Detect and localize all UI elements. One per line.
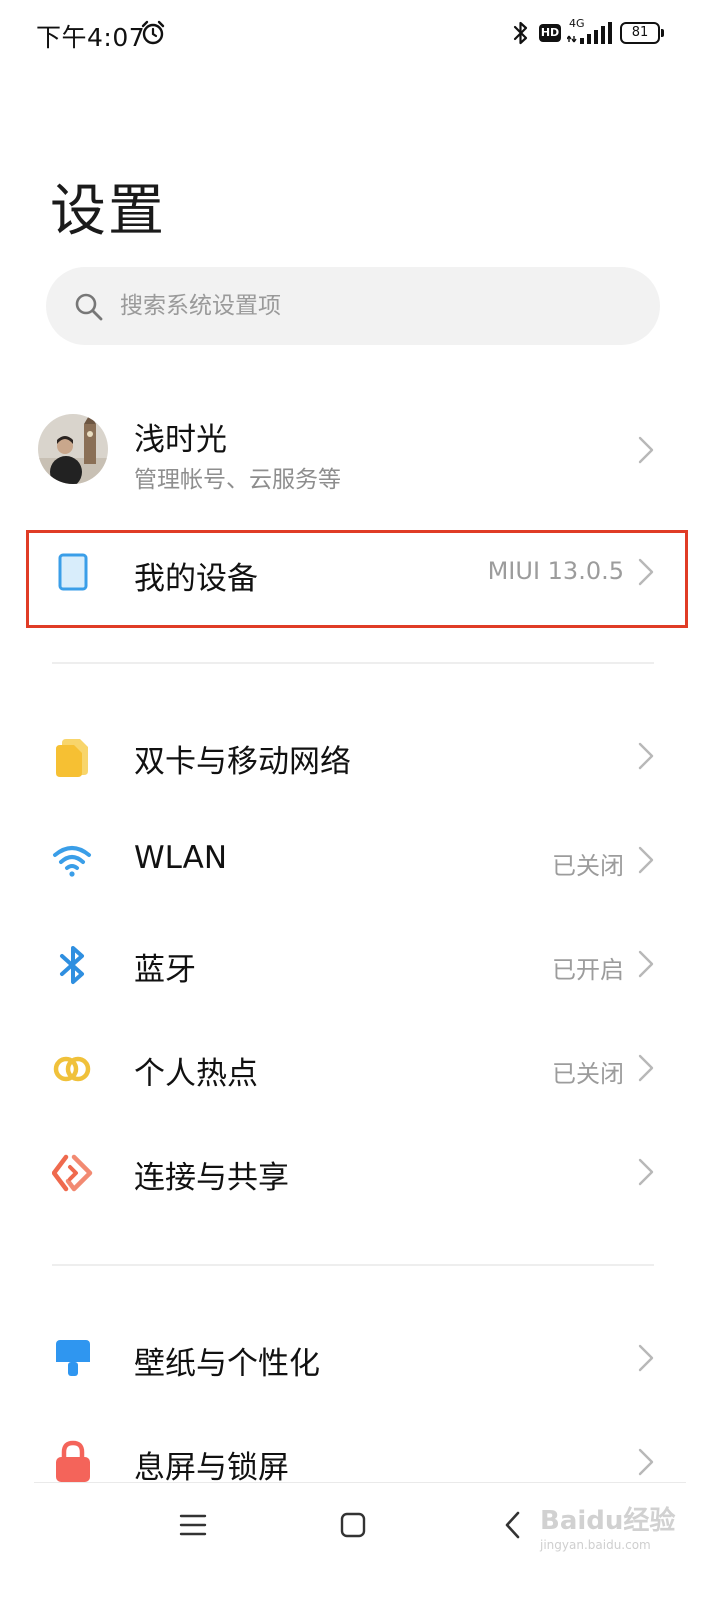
- alarm-clock-icon: [141, 20, 165, 45]
- row-label: 壁纸与个性化: [134, 1346, 320, 1382]
- hotspot-icon: [53, 1056, 91, 1082]
- highlight-box: [26, 530, 688, 628]
- bluetooth-icon: [60, 946, 84, 984]
- back-icon[interactable]: [500, 1510, 526, 1540]
- row-label: WLAN: [134, 840, 228, 876]
- account-subtitle: 管理帐号、云服务等: [134, 467, 341, 493]
- wifi-icon: [53, 846, 91, 877]
- settings-row-connection-share[interactable]: [0, 1120, 720, 1224]
- row-status: 已开启: [552, 956, 624, 984]
- wallpaper-icon: [56, 1340, 90, 1376]
- chevron-right-icon: [638, 742, 654, 770]
- section-divider: [52, 662, 654, 664]
- signal-strength-icon: [567, 22, 612, 44]
- row-label: 蓝牙: [134, 952, 196, 988]
- section-divider: [52, 1264, 654, 1266]
- lock-icon: [56, 1440, 90, 1482]
- battery-level: 81: [631, 25, 649, 40]
- sim-card-icon: [56, 739, 88, 777]
- watermark-brand: Baidu经验: [540, 1506, 676, 1536]
- search-input[interactable]: [120, 279, 620, 333]
- watermark-url: jingyan.baidu.com: [540, 1538, 651, 1552]
- chevron-right-icon: [638, 1054, 654, 1082]
- status-time: 下午4:07: [36, 23, 146, 52]
- hd-badge: HD: [539, 24, 561, 42]
- chevron-right-icon: [638, 1158, 654, 1186]
- row-label: 息屏与锁屏: [134, 1450, 289, 1486]
- row-label: 双卡与移动网络: [134, 744, 351, 780]
- settings-row-wallpaper[interactable]: [0, 1306, 720, 1410]
- chevron-right-icon: [638, 950, 654, 978]
- settings-row-dual-sim[interactable]: [0, 704, 720, 808]
- account-row[interactable]: [0, 400, 720, 500]
- battery-nub: [661, 29, 664, 37]
- navbar-divider: [34, 1482, 686, 1483]
- row-label: 个人热点: [134, 1056, 258, 1092]
- account-name: 浅时光: [134, 422, 227, 458]
- page-title: 设置: [50, 179, 166, 244]
- chevron-right-icon: [638, 436, 654, 464]
- search-icon: [75, 293, 103, 321]
- menu-icon[interactable]: [178, 1512, 208, 1538]
- chevron-right-icon: [638, 1448, 654, 1476]
- avatar: [38, 414, 108, 484]
- connection-share-icon: [52, 1154, 93, 1192]
- row-status: 已关闭: [552, 1060, 624, 1088]
- bluetooth-status-icon: [513, 21, 528, 45]
- chevron-right-icon: [638, 1344, 654, 1372]
- settings-row-lock-screen[interactable]: [0, 1410, 720, 1482]
- row-status: 已关闭: [552, 852, 624, 880]
- row-label: 连接与共享: [134, 1160, 289, 1196]
- home-icon[interactable]: [339, 1510, 367, 1540]
- chevron-right-icon: [638, 846, 654, 874]
